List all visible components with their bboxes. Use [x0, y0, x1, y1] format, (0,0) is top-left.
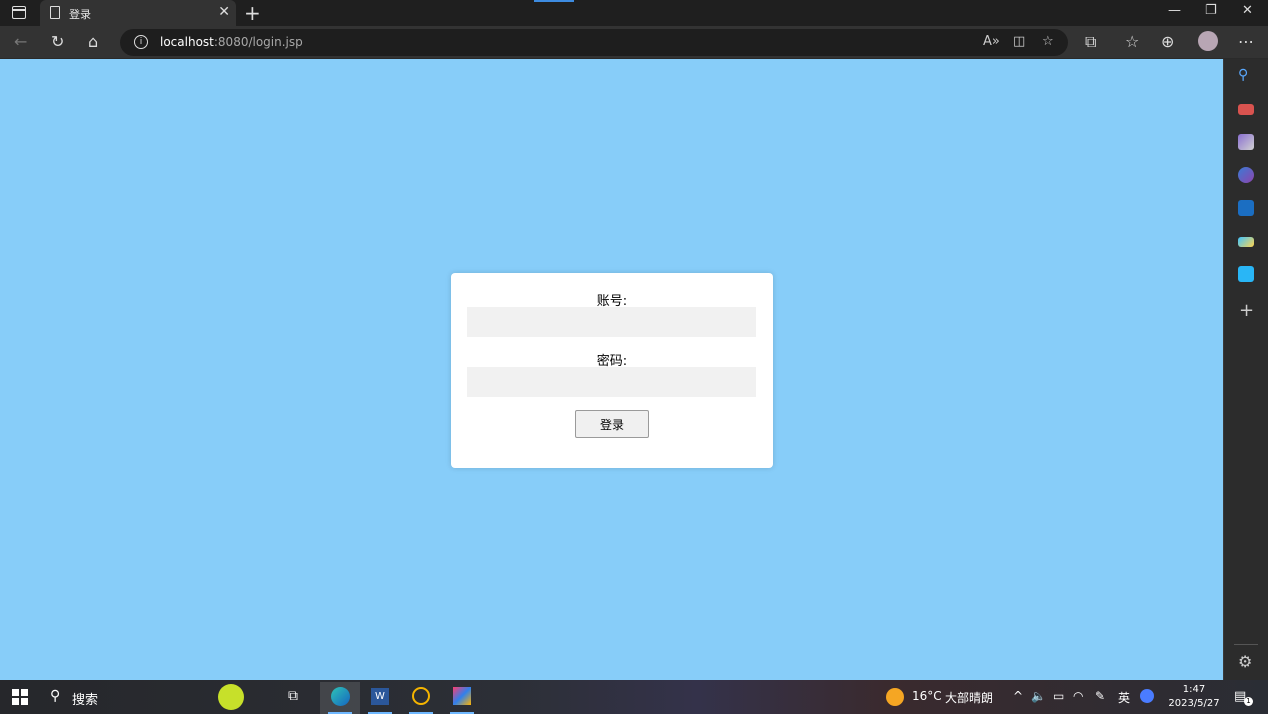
search-highlight-icon	[218, 684, 244, 710]
settings-gear-icon[interactable]: ⚙	[1238, 652, 1252, 671]
app-icon	[412, 687, 430, 705]
address-bar[interactable]: i localhost:8080/login.jsp A» ◫ ☆	[120, 29, 1068, 56]
battery-icon[interactable]: ▭	[1053, 689, 1064, 703]
new-tab-icon[interactable]: +	[244, 1, 261, 25]
edge-sidebar: ⚲ + ⚙	[1223, 59, 1268, 680]
extensions-icon[interactable]: ⧉	[1085, 32, 1096, 52]
volume-icon[interactable]: 🔈	[1031, 689, 1046, 703]
windows-start-icon[interactable]	[12, 689, 28, 705]
url-path: :8080/login.jsp	[213, 35, 303, 49]
tab-accent-bar	[534, 0, 574, 2]
taskbar-search-label[interactable]: 搜索	[72, 689, 98, 708]
url-host: localhost	[160, 35, 214, 49]
taskbar-edge[interactable]	[320, 682, 360, 714]
split-screen-icon[interactable]: ◫	[1013, 34, 1025, 49]
weather-temp[interactable]: 16°C	[912, 689, 942, 703]
edge-icon	[331, 687, 350, 706]
windows-taskbar: ⚲ 搜索 ⧉ W 16°C 大部晴朗 ^ 🔈 ▭ ◠ ✎ 英 1:47 2023…	[0, 680, 1268, 714]
word-icon: W	[371, 688, 389, 705]
tab-actions-icon[interactable]	[12, 6, 26, 19]
taskbar-intellij[interactable]	[442, 682, 482, 714]
sidebar-divider	[1234, 644, 1258, 645]
clock-date: 2023/5/27	[1168, 698, 1220, 709]
clock-time: 1:47	[1182, 684, 1206, 695]
login-button[interactable]: 登录	[575, 410, 649, 438]
ime-indicator[interactable]: 英	[1118, 689, 1130, 706]
favorites-icon[interactable]: ☆	[1125, 32, 1139, 52]
close-window-icon[interactable]: ✕	[1242, 3, 1253, 18]
weather-desc[interactable]: 大部晴朗	[945, 689, 993, 706]
account-input[interactable]	[467, 307, 756, 337]
login-form: 账号: 密码: 登录	[451, 273, 773, 468]
wifi-icon[interactable]: ◠	[1073, 689, 1083, 703]
home-icon[interactable]: ⌂	[88, 32, 98, 52]
url-text[interactable]: localhost:8080/login.jsp	[160, 35, 303, 49]
tab-title: 登录	[69, 8, 91, 21]
system-clock[interactable]: 1:47 2023/5/27	[1168, 683, 1220, 711]
page-icon	[50, 6, 60, 19]
restore-icon[interactable]: ❐	[1205, 3, 1217, 18]
intellij-icon	[453, 687, 471, 705]
pen-icon[interactable]: ✎	[1095, 689, 1105, 703]
more-options-icon[interactable]: ⋯	[1238, 32, 1254, 52]
taskbar-app3[interactable]	[401, 682, 441, 714]
read-aloud-icon[interactable]: A»	[983, 34, 1000, 49]
browser-toolbar: ← ↻ ⌂ i localhost:8080/login.jsp A» ◫ ☆ …	[0, 26, 1268, 59]
weather-icon[interactable]	[886, 688, 904, 706]
back-icon[interactable]: ←	[14, 32, 27, 52]
page-viewport: 账号: 密码: 登录	[0, 59, 1223, 680]
tools-icon[interactable]	[1238, 104, 1254, 115]
site-info-icon[interactable]: i	[134, 35, 148, 49]
close-tab-icon[interactable]: ✕	[218, 4, 230, 20]
password-input[interactable]	[467, 367, 756, 397]
taskbar-word[interactable]: W	[360, 682, 400, 714]
app-icon[interactable]	[1238, 266, 1254, 282]
notification-count: 1	[1244, 697, 1253, 706]
minimize-icon[interactable]: —	[1168, 3, 1181, 18]
profile-avatar[interactable]	[1198, 31, 1218, 51]
outlook-icon[interactable]	[1238, 200, 1254, 216]
copilot-icon[interactable]	[1238, 167, 1254, 183]
collections-icon[interactable]: ⊕	[1161, 32, 1174, 52]
taskbar-search-icon[interactable]: ⚲	[50, 688, 60, 704]
task-view-icon[interactable]: ⧉	[288, 688, 298, 704]
add-sidebar-app-icon[interactable]: +	[1239, 300, 1254, 321]
browser-tab-bar: 登录 ✕ + — ❐ ✕	[0, 0, 1268, 26]
refresh-icon[interactable]: ↻	[51, 32, 64, 52]
search-icon[interactable]: ⚲	[1238, 67, 1254, 83]
app-tray-icon[interactable]	[1140, 689, 1154, 703]
add-favorite-icon[interactable]: ☆	[1042, 34, 1054, 49]
tab-login[interactable]: 登录 ✕	[40, 0, 236, 26]
drop-icon[interactable]	[1238, 237, 1254, 247]
games-icon[interactable]	[1238, 134, 1254, 150]
show-hidden-icons[interactable]: ^	[1013, 689, 1023, 703]
